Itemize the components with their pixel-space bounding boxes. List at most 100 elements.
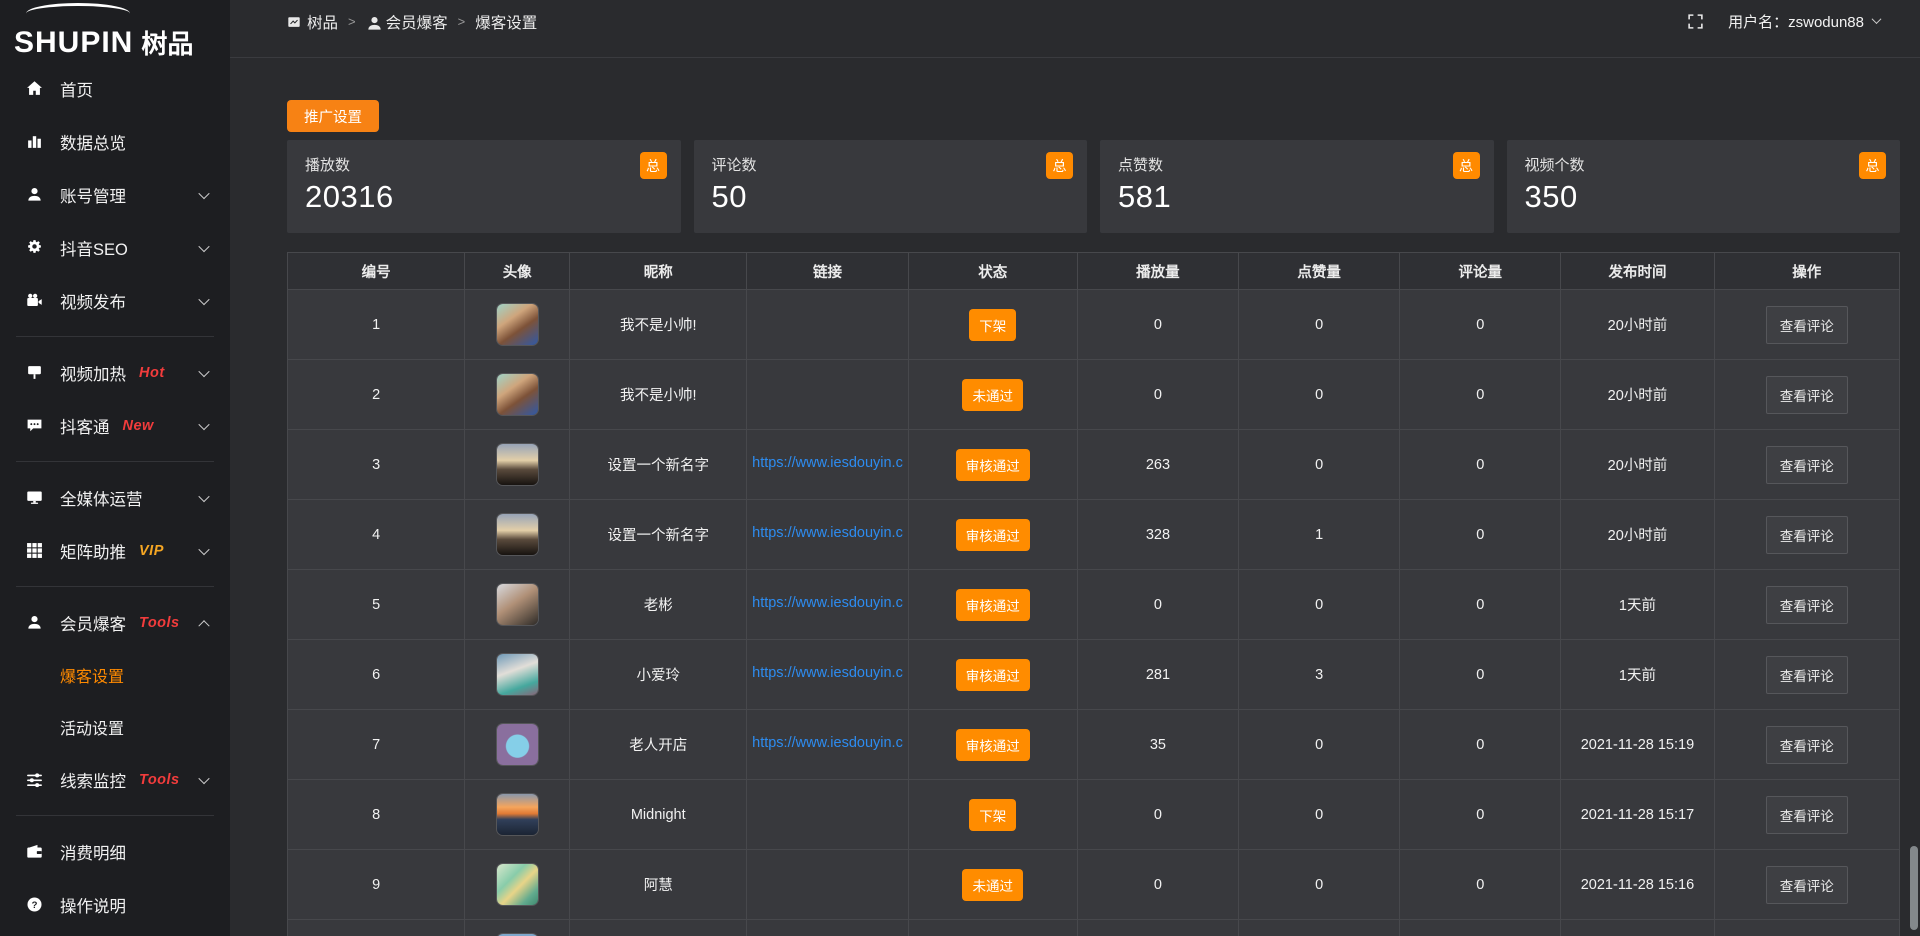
sidebar-item-video-heat[interactable]: 视频加热Hot	[0, 346, 230, 399]
cell-likes: 3	[1239, 640, 1400, 710]
view-comments-button[interactable]: 查看评论	[1766, 796, 1848, 834]
breadcrumb-separator: >	[348, 14, 356, 29]
view-comments-button[interactable]: 查看评论	[1766, 306, 1848, 344]
tag-tools: Tools	[139, 772, 180, 788]
table-row: 7老人开店https://www.iesdouyin.c审核通过35002021…	[288, 710, 1900, 780]
board-icon	[26, 364, 43, 381]
video-link[interactable]: https://www.iesdouyin.c	[752, 595, 903, 611]
sidebar-item-douketong[interactable]: 抖客通New	[0, 399, 230, 452]
sidebar-item-member-baoke[interactable]: 会员爆客Tools	[0, 596, 230, 649]
table-row: 8Midnight下架0002021-11-28 15:17查看评论	[288, 780, 1900, 850]
user-menu[interactable]: 用户名：zswodun88	[1728, 11, 1880, 32]
cell-time: 2021-11-28 15:19	[1561, 710, 1714, 780]
scrollbar[interactable]	[1910, 846, 1918, 930]
sidebar-item-video-publish[interactable]: 视频发布	[0, 274, 230, 327]
cell-plays: 0	[1077, 290, 1238, 360]
column-header: 昵称	[570, 253, 747, 290]
sidebar-divider	[16, 461, 214, 462]
sidebar-nav: 首页数据总览账号管理抖音SEO视频发布视频加热Hot抖客通New全媒体运营矩阵助…	[0, 62, 230, 931]
video-link[interactable]: https://www.iesdouyin.c	[752, 665, 903, 681]
fullscreen-icon[interactable]	[1687, 13, 1704, 30]
cell-likes: 0	[1239, 710, 1400, 780]
view-comments-button[interactable]: 查看评论	[1766, 446, 1848, 484]
cell-actions	[1714, 920, 1899, 936]
sidebar-divider	[16, 815, 214, 816]
avatar	[497, 514, 538, 555]
grid-icon	[26, 542, 43, 559]
avatar	[497, 374, 538, 415]
sidebar-item-operation-guide[interactable]: ?操作说明	[0, 878, 230, 931]
cell-id: 5	[288, 570, 465, 640]
sidebar-item-label: 视频发布	[60, 289, 126, 313]
promo-settings-button[interactable]: 推广设置	[287, 100, 379, 132]
gear-icon	[26, 239, 43, 256]
sliders-icon	[26, 771, 43, 788]
cell-time: 20小时前	[1561, 500, 1714, 570]
cell-comments: 0	[1400, 710, 1561, 780]
cell-id: 8	[288, 780, 465, 850]
sidebar-item-douyin-seo[interactable]: 抖音SEO	[0, 221, 230, 274]
cell-comments: 0	[1400, 430, 1561, 500]
cell-id: 3	[288, 430, 465, 500]
sidebar-subitem-baoke-settings[interactable]: 爆客设置	[0, 649, 230, 701]
cell-actions: 查看评论	[1714, 780, 1899, 850]
sidebar-item-label: 矩阵助推	[60, 539, 126, 563]
logo-text-cn: 树品	[141, 31, 193, 58]
breadcrumb-item-2[interactable]: 会员爆客	[366, 11, 448, 33]
sidebar-item-home[interactable]: 首页	[0, 62, 230, 115]
chevron-down-icon	[198, 187, 209, 198]
breadcrumb-label: 树品	[307, 11, 338, 33]
view-comments-button[interactable]: 查看评论	[1766, 726, 1848, 764]
cell-plays: 0	[1077, 780, 1238, 850]
sidebar-subitem-activity-settings[interactable]: 活动设置	[0, 701, 230, 753]
main-content: 推广设置 播放数20316总评论数50总点赞数581总视频个数350总 编号头像…	[230, 58, 1920, 936]
column-header: 操作	[1714, 253, 1899, 290]
sidebar-item-consumption-detail[interactable]: 消费明细	[0, 825, 230, 878]
sidebar-item-matrix-boost[interactable]: 矩阵助推 VIP	[0, 524, 230, 577]
cell-status: 未通过	[908, 850, 1077, 920]
cell-time: 2021-11-28 15:17	[1561, 780, 1714, 850]
view-comments-button[interactable]: 查看评论	[1766, 376, 1848, 414]
chevron-down-icon	[198, 772, 209, 783]
view-comments-button[interactable]: 查看评论	[1766, 866, 1848, 904]
cell-id: 1	[288, 290, 465, 360]
video-link[interactable]: https://www.iesdouyin.c	[752, 525, 903, 541]
question-icon: ?	[26, 896, 43, 913]
stat-card: 评论数50总	[694, 140, 1088, 233]
cell-likes	[1239, 920, 1400, 936]
sidebar-item-media-operation[interactable]: 全媒体运营	[0, 471, 230, 524]
video-link[interactable]: https://www.iesdouyin.c	[752, 455, 903, 471]
video-link[interactable]: https://www.iesdouyin.c	[752, 735, 903, 751]
column-header: 链接	[747, 253, 908, 290]
cell-time: 20小时前	[1561, 360, 1714, 430]
column-header: 编号	[288, 253, 465, 290]
cell-comments: 0	[1400, 640, 1561, 710]
cell-likes: 0	[1239, 570, 1400, 640]
video-icon	[26, 292, 43, 309]
cell-time: 1天前	[1561, 570, 1714, 640]
wallet-icon	[26, 843, 43, 860]
sidebar-item-account-management[interactable]: 账号管理	[0, 168, 230, 221]
cell-link: https://www.iesdouyin.c	[747, 710, 908, 780]
screen-icon	[287, 15, 301, 29]
cell-avatar	[465, 290, 570, 360]
column-header: 评论量	[1400, 253, 1561, 290]
cell-time	[1561, 920, 1714, 936]
cell-nickname: 阿慧	[570, 850, 747, 920]
sidebar-item-clue-monitor[interactable]: 线索监控Tools	[0, 753, 230, 806]
status-badge: 审核通过	[956, 659, 1030, 691]
view-comments-button[interactable]: 查看评论	[1766, 656, 1848, 694]
status-badge: 下架	[969, 799, 1016, 831]
chevron-down-icon	[198, 365, 209, 376]
column-header: 点赞量	[1239, 253, 1400, 290]
chevron-down-icon	[198, 418, 209, 429]
tag-vip: VIP	[139, 543, 164, 559]
sidebar-item-data-overview[interactable]: 数据总览	[0, 115, 230, 168]
cell-time: 1天前	[1561, 640, 1714, 710]
view-comments-button[interactable]: 查看评论	[1766, 586, 1848, 624]
status-badge: 未通过	[962, 869, 1023, 901]
breadcrumb-item-1[interactable]: 树品	[287, 11, 338, 33]
cell-status: 下架	[908, 290, 1077, 360]
cell-avatar	[465, 850, 570, 920]
view-comments-button[interactable]: 查看评论	[1766, 516, 1848, 554]
